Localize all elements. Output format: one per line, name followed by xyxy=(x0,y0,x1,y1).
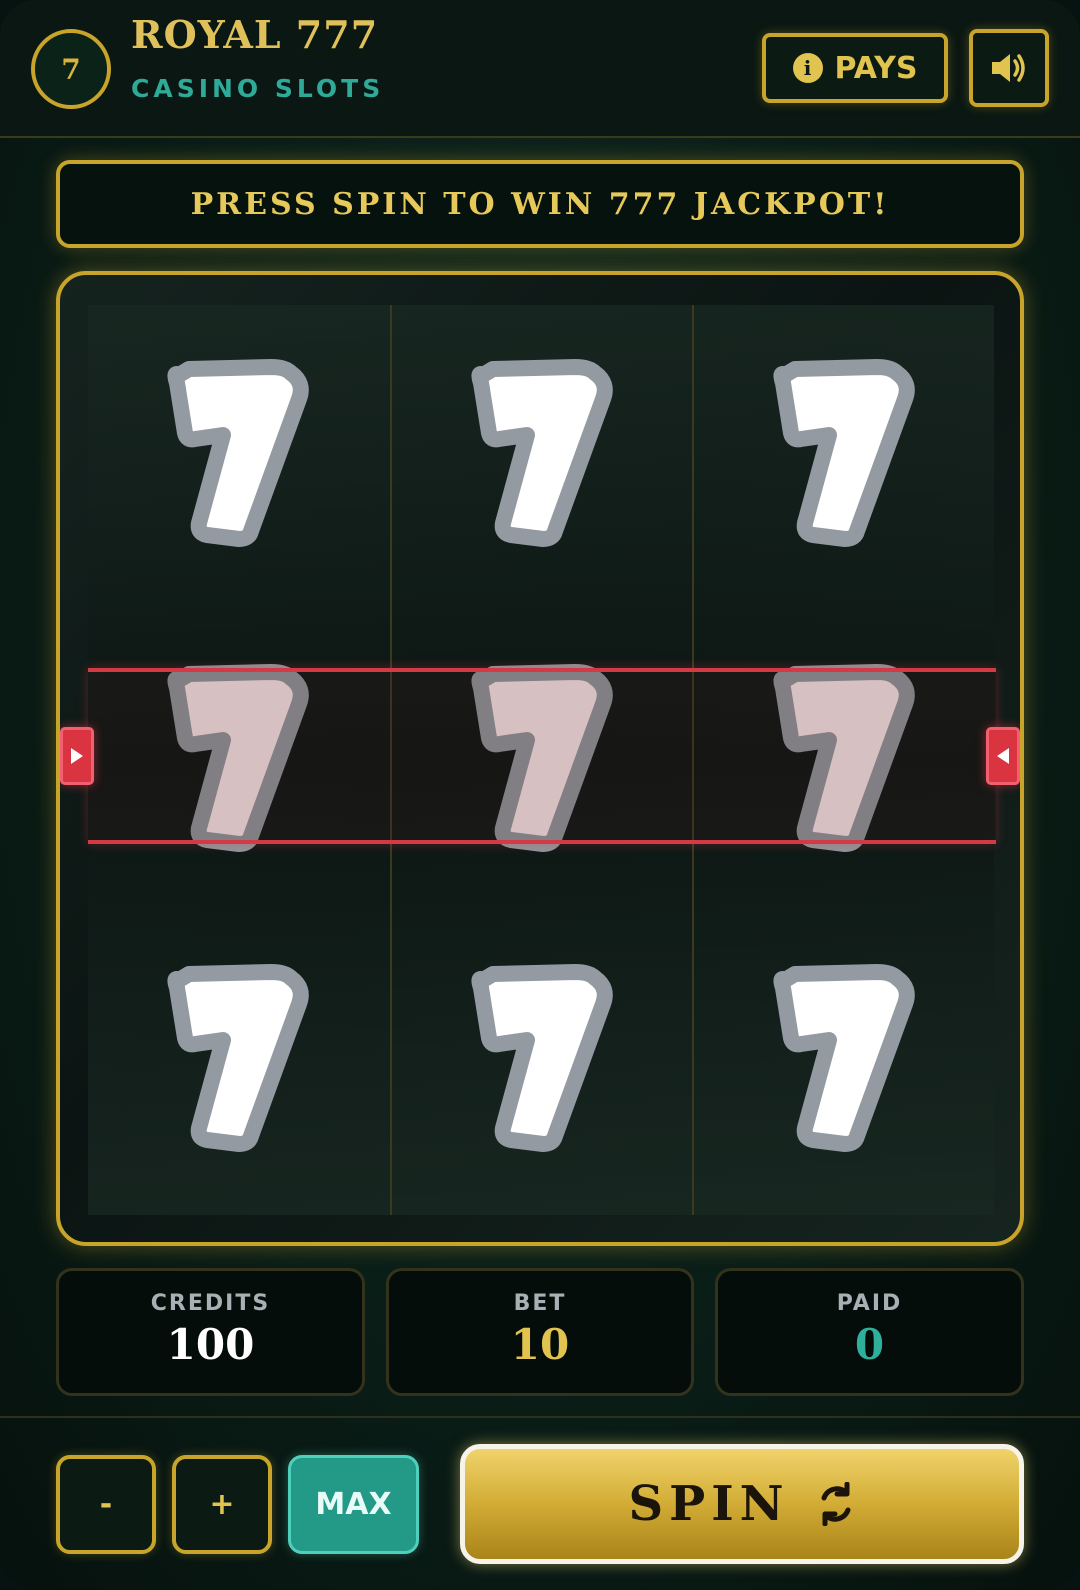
seven-symbol-icon xyxy=(167,664,309,852)
reel-symbol xyxy=(392,610,694,910)
arrow-left-icon xyxy=(997,748,1009,764)
reels-window xyxy=(56,271,1024,1246)
message-banner: PRESS SPIN TO WIN 777 JACKPOT! xyxy=(56,160,1024,248)
decrease-bet-button[interactable]: - xyxy=(56,1455,156,1554)
refresh-icon xyxy=(821,1482,851,1526)
arrow-right-icon xyxy=(71,748,83,764)
slot-machine-app: 7 ROYAL 777 CASINO SLOTS i PAYS PRESS SP… xyxy=(0,0,1080,1590)
reel-symbol xyxy=(694,910,996,1210)
banner-message: PRESS SPIN TO WIN 777 JACKPOT! xyxy=(190,186,890,222)
seven-symbol-icon xyxy=(167,964,309,1152)
reel-symbol xyxy=(88,910,390,1210)
app-subtitle: CASINO SLOTS xyxy=(131,74,385,103)
credits-label: CREDITS xyxy=(150,1291,271,1316)
seven-symbol-icon xyxy=(167,359,309,547)
reel-3 xyxy=(692,305,994,1215)
reel-symbol xyxy=(88,610,390,910)
spin-button[interactable]: SPIN xyxy=(460,1444,1024,1564)
app-title: ROYAL 777 xyxy=(131,12,379,57)
pays-button[interactable]: i PAYS xyxy=(762,33,948,103)
max-bet-button[interactable]: MAX xyxy=(288,1455,419,1554)
reel-symbol xyxy=(694,610,996,910)
reel-symbol xyxy=(392,305,694,605)
bet-label: BET xyxy=(513,1291,567,1316)
paid-panel: PAID 0 xyxy=(715,1268,1024,1396)
credits-panel: CREDITS 100 xyxy=(56,1268,365,1396)
sound-toggle-button[interactable] xyxy=(969,29,1049,107)
divider xyxy=(0,1416,1080,1418)
bet-value: 10 xyxy=(510,1320,570,1369)
logo-badge: 7 xyxy=(31,29,111,109)
bet-panel: BET 10 xyxy=(386,1268,694,1396)
pays-button-label: PAYS xyxy=(834,50,918,86)
info-icon: i xyxy=(792,53,823,83)
payline-marker-left xyxy=(60,727,94,785)
payline-marker-right xyxy=(986,727,1020,785)
speaker-icon xyxy=(992,54,1025,82)
reel-symbol xyxy=(694,305,996,605)
seven-symbol-icon xyxy=(471,664,613,852)
reel-1 xyxy=(88,305,390,1215)
paid-label: PAID xyxy=(836,1291,903,1316)
seven-symbol-icon xyxy=(773,359,915,547)
increase-bet-button[interactable]: + xyxy=(172,1455,272,1554)
credits-value: 100 xyxy=(166,1320,255,1369)
paid-value: 0 xyxy=(854,1320,885,1369)
header: 7 ROYAL 777 CASINO SLOTS i PAYS xyxy=(0,0,1080,138)
seven-symbol-icon xyxy=(773,964,915,1152)
reel-symbol xyxy=(88,305,390,605)
reel-2 xyxy=(390,305,692,1215)
seven-symbol-icon xyxy=(471,359,613,547)
seven-symbol-icon xyxy=(471,964,613,1152)
reel-symbol xyxy=(392,910,694,1210)
spin-button-label: SPIN xyxy=(628,1476,790,1532)
reels xyxy=(88,305,996,1215)
seven-symbol-icon xyxy=(773,664,915,852)
